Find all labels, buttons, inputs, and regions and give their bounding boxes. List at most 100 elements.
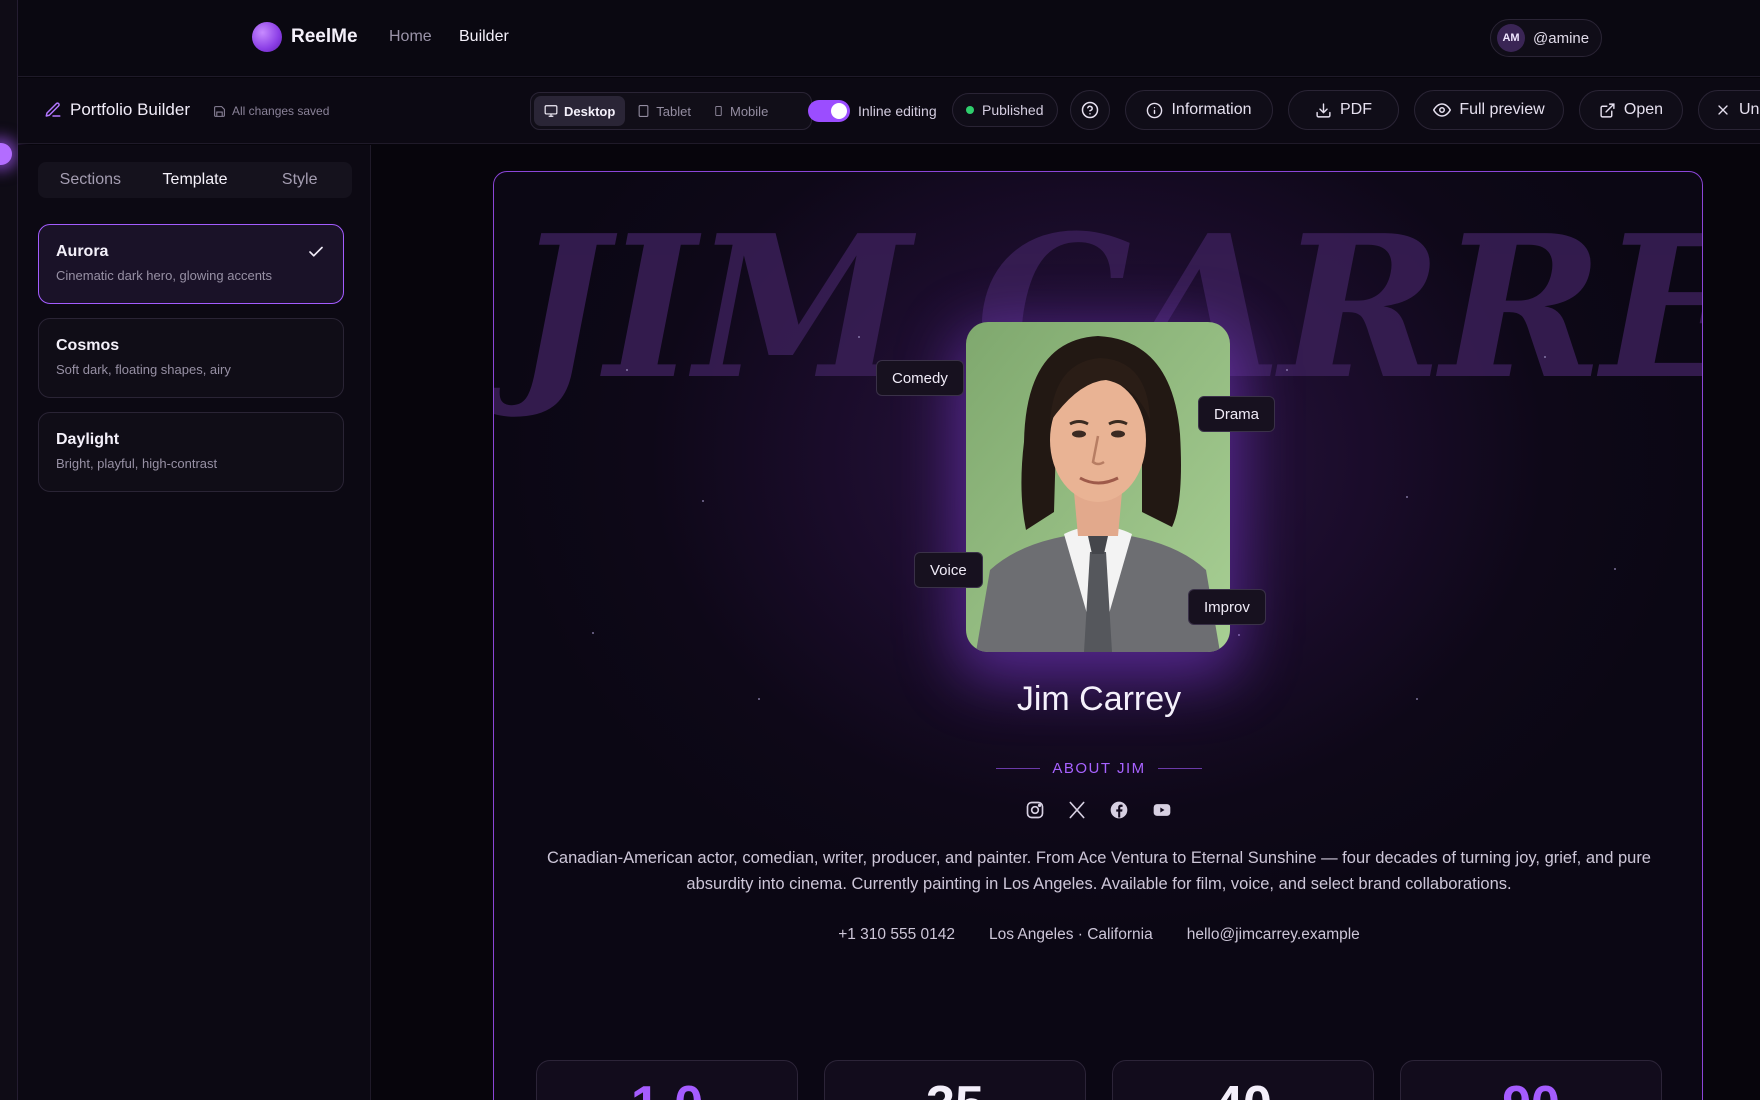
- full-preview-button[interactable]: Full preview: [1414, 90, 1564, 130]
- open-label: Open: [1623, 101, 1664, 118]
- left-rail: [0, 0, 18, 1100]
- save-status: All changes saved: [213, 104, 329, 118]
- star: [592, 632, 594, 634]
- tag-voice[interactable]: Voice: [914, 552, 983, 588]
- open-button[interactable]: Open: [1579, 90, 1683, 130]
- stat-value: 40: [1113, 1075, 1373, 1100]
- device-mobile-label: Mobile: [730, 103, 769, 119]
- nav-builder-link[interactable]: Builder: [459, 28, 509, 46]
- external-link-icon: [1600, 102, 1615, 118]
- divider: [1157, 768, 1202, 769]
- inline-editing-label: Inline editing: [858, 103, 937, 119]
- pdf-label: PDF: [1340, 101, 1372, 118]
- tab-template[interactable]: Template: [143, 162, 248, 198]
- info-icon: [1147, 102, 1163, 118]
- rail-handle[interactable]: [0, 143, 12, 165]
- profile-bio[interactable]: Canadian-American actor, comedian, write…: [524, 845, 1674, 897]
- device-desktop[interactable]: Desktop: [534, 96, 626, 126]
- star: [1406, 496, 1408, 498]
- star: [858, 336, 860, 338]
- logo-orb-icon: [252, 22, 282, 52]
- contact-email[interactable]: hello@jimcarrey.example: [1187, 926, 1360, 944]
- device-tablet-label: Tablet: [656, 103, 691, 119]
- builder-toolbar: Portfolio Builder All changes saved Desk…: [18, 78, 1760, 144]
- stat-card: 35: [824, 1060, 1086, 1100]
- pencil-icon: [45, 102, 61, 117]
- about-heading-text: ABOUT JIM: [1052, 760, 1146, 777]
- social-links: [494, 800, 1702, 820]
- status-dot: [966, 106, 974, 114]
- star: [1614, 568, 1616, 570]
- information-button[interactable]: Information: [1125, 90, 1273, 130]
- template-card-cosmos[interactable]: Cosmos Soft dark, floating shapes, airy: [38, 318, 344, 398]
- sidebar: Sections Template Style Aurora Cinematic…: [18, 145, 371, 1100]
- stat-card: 90: [1400, 1060, 1662, 1100]
- template-name: Aurora: [56, 243, 109, 260]
- check-icon: [309, 246, 323, 257]
- save-status-text: All changes saved: [232, 104, 330, 118]
- star: [1286, 369, 1288, 371]
- contact-info: +1 310 555 0142 Los Angeles · California…: [494, 926, 1702, 944]
- tag-comedy[interactable]: Comedy: [876, 360, 964, 396]
- device-tablet[interactable]: Tablet: [627, 96, 701, 126]
- template-card-daylight[interactable]: Daylight Bright, playful, high-contrast: [38, 412, 344, 492]
- template-description: Soft dark, floating shapes, airy: [56, 362, 231, 377]
- x-icon[interactable]: [1067, 800, 1087, 820]
- template-description: Bright, playful, high-contrast: [56, 456, 218, 471]
- sidebar-tabs: Sections Template Style: [38, 162, 352, 198]
- facebook-icon[interactable]: [1109, 800, 1129, 820]
- star: [702, 500, 704, 502]
- save-icon: [214, 105, 225, 117]
- divider: [996, 768, 1041, 769]
- about-heading: ABOUT JIM: [494, 760, 1702, 777]
- contact-location: Los Angeles · California: [988, 926, 1153, 943]
- contact-phone[interactable]: +1 310 555 0142: [838, 926, 955, 944]
- tag-improv[interactable]: Improv: [1188, 589, 1266, 625]
- download-icon: [1316, 102, 1331, 118]
- full-preview-label: Full preview: [1459, 101, 1545, 118]
- phone-icon: [715, 105, 722, 117]
- avatar: AM: [1497, 24, 1525, 52]
- stat-card: 1.0: [536, 1060, 798, 1100]
- template-description: Cinematic dark hero, glowing accents: [56, 268, 273, 283]
- unpublish-button[interactable]: Unpublish: [1698, 90, 1760, 130]
- unpublish-label: Unpublish: [1739, 101, 1760, 118]
- brand-name: ReelMe: [291, 26, 358, 47]
- help-button[interactable]: [1070, 90, 1110, 130]
- stat-value: 35: [825, 1075, 1085, 1100]
- page-title: Portfolio Builder: [70, 100, 191, 119]
- builder-title: Portfolio Builder: [44, 100, 190, 120]
- tag-drama[interactable]: Drama: [1198, 396, 1276, 432]
- top-nav: ReelMe Home Builder AM @amine: [18, 0, 1760, 77]
- tablet-icon: [638, 105, 649, 117]
- monitor-icon: [544, 105, 558, 117]
- template-card-aurora[interactable]: Aurora Cinematic dark hero, glowing acce…: [38, 224, 344, 304]
- inline-editing-control: Inline editing: [808, 100, 937, 122]
- pdf-button[interactable]: PDF: [1288, 90, 1399, 130]
- tab-sections[interactable]: Sections: [38, 162, 143, 198]
- star: [1544, 356, 1546, 358]
- publish-status-badge: Published: [952, 93, 1058, 127]
- device-switcher: Desktop Tablet Mobile: [530, 92, 812, 130]
- device-mobile[interactable]: Mobile: [703, 96, 778, 126]
- star: [626, 369, 628, 371]
- brand-logo[interactable]: ReelMe: [252, 22, 358, 52]
- user-menu[interactable]: AM @amine: [1490, 19, 1603, 57]
- youtube-icon[interactable]: [1151, 800, 1173, 820]
- nav-home-link[interactable]: Home: [389, 28, 432, 46]
- information-label: Information: [1171, 101, 1252, 118]
- inline-editing-toggle[interactable]: [808, 100, 850, 122]
- template-name: Daylight: [56, 431, 120, 448]
- star: [1238, 634, 1240, 636]
- tab-style[interactable]: Style: [247, 162, 352, 198]
- stat-value: 1.0: [537, 1075, 797, 1100]
- eye-icon: [1433, 103, 1452, 117]
- publish-status-text: Published: [982, 102, 1044, 118]
- close-icon: [1718, 105, 1728, 115]
- portfolio-preview: JIM CARREY: [493, 171, 1703, 1100]
- profile-name[interactable]: Jim Carrey: [494, 680, 1702, 719]
- instagram-icon[interactable]: [1025, 800, 1045, 820]
- user-handle: @amine: [1533, 29, 1590, 47]
- template-name: Cosmos: [56, 337, 120, 354]
- stat-card: 40: [1112, 1060, 1374, 1100]
